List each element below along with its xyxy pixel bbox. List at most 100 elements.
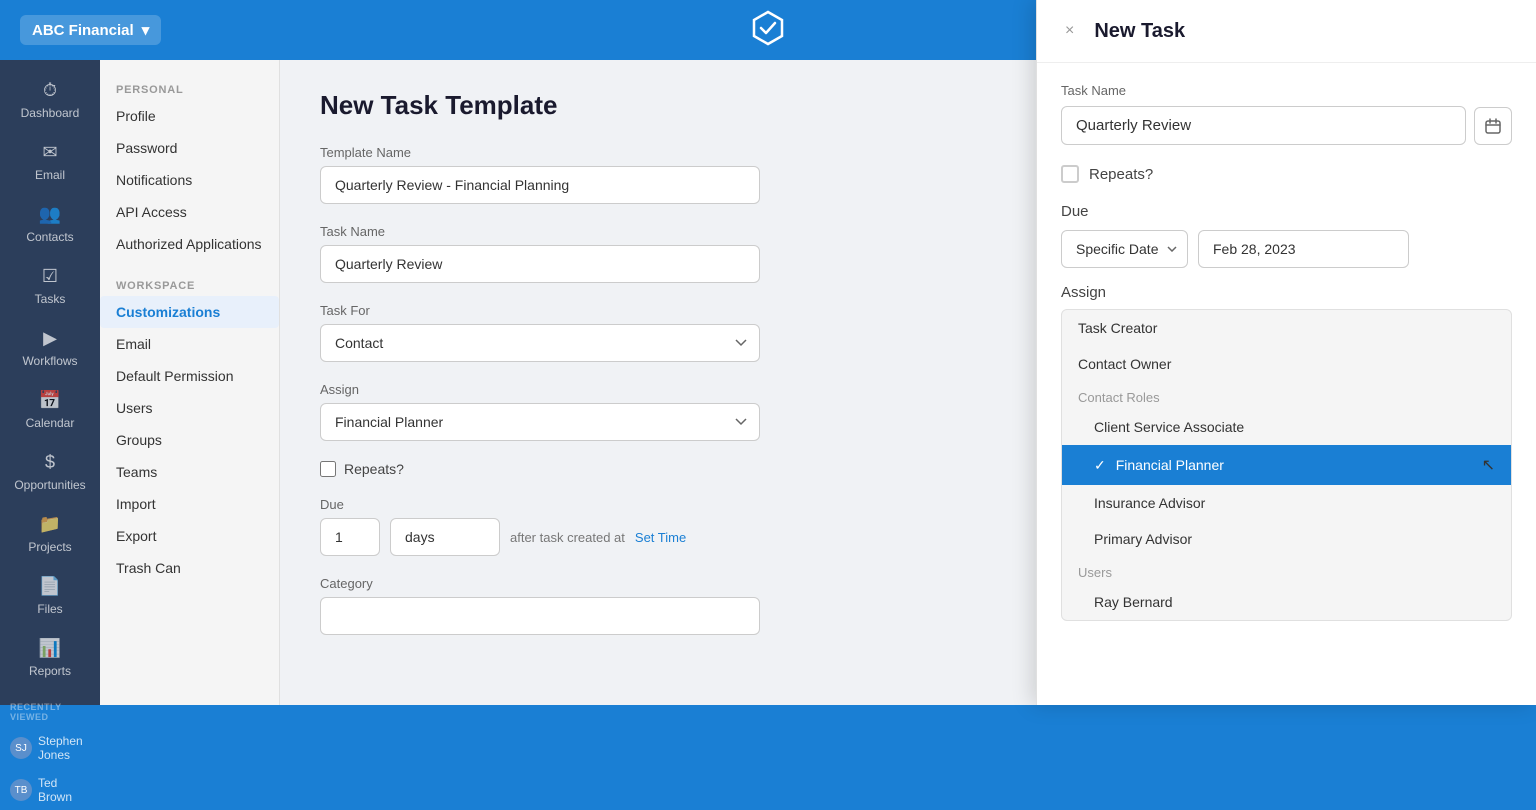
template-name-input[interactable]: [320, 166, 760, 204]
tasks-icon: ☑: [42, 266, 58, 287]
sidebar-label-opportunities: Opportunities: [14, 478, 85, 492]
repeats-label: Repeats?: [344, 461, 404, 477]
recent-user-ted[interactable]: TB Ted Brown: [0, 770, 100, 810]
email-icon: ✉: [42, 142, 57, 163]
task-for-select[interactable]: Contact: [320, 324, 760, 362]
workspace-name: ABC Financial: [32, 22, 134, 39]
settings-item-default-permission[interactable]: Default Permission: [100, 360, 279, 392]
modal-title: New Task: [1094, 20, 1185, 43]
category-input[interactable]: [320, 597, 760, 635]
sidebar-item-dashboard[interactable]: ⏱ Dashboard: [6, 70, 94, 130]
modal-repeats-label: Repeats?: [1089, 166, 1153, 183]
workspace-selector[interactable]: ABC Financial ▾: [20, 15, 161, 45]
settings-item-trash-can[interactable]: Trash Can: [100, 552, 279, 584]
settings-item-groups[interactable]: Groups: [100, 424, 279, 456]
dropdown-group-contact-roles: Contact Roles: [1062, 382, 1511, 409]
dropdown-item-insurance-advisor-label: Insurance Advisor: [1094, 495, 1205, 511]
dropdown-item-contact-owner-label: Contact Owner: [1078, 356, 1171, 372]
settings-item-export[interactable]: Export: [100, 520, 279, 552]
settings-item-users[interactable]: Users: [100, 392, 279, 424]
modal-repeats-row: Repeats?: [1061, 165, 1512, 183]
dropdown-item-ray-bernard-label: Ray Bernard: [1094, 594, 1173, 610]
sidebar-item-email[interactable]: ✉ Email: [6, 132, 94, 192]
calendar-icon: 📅: [39, 390, 61, 411]
recently-viewed-label: RECENTLY VIEWED: [0, 692, 100, 726]
sidebar-label-projects: Projects: [28, 540, 71, 554]
due-unit-select[interactable]: days: [390, 518, 500, 556]
sidebar-label-files: Files: [37, 602, 62, 616]
modal-close-button[interactable]: ×: [1061, 18, 1078, 44]
personal-section-label: PERSONAL: [100, 76, 279, 100]
modal-task-name-label: Task Name: [1061, 83, 1512, 98]
dropdown-item-financial-planner-label: Financial Planner: [1116, 457, 1224, 473]
modal-task-name-section: Task Name: [1061, 83, 1512, 145]
new-task-modal: × New Task Task Name Repeats? Due: [1036, 0, 1536, 705]
settings-item-import[interactable]: Import: [100, 488, 279, 520]
cursor-icon: ↖: [1482, 455, 1495, 475]
sidebar-item-opportunities[interactable]: $ Opportunities: [6, 442, 94, 502]
recent-user-stephen[interactable]: SJ Stephen Jones: [0, 728, 100, 768]
opportunities-icon: $: [45, 452, 55, 473]
app-logo: [748, 8, 788, 53]
modal-task-name-input[interactable]: [1061, 106, 1466, 145]
sidebar-item-workflows[interactable]: ▶ Workflows: [6, 318, 94, 378]
dashboard-icon: ⏱: [43, 80, 57, 101]
modal-due-row: Specific Date: [1061, 230, 1512, 268]
sidebar-label-email: Email: [35, 168, 65, 182]
sidebar-item-calendar[interactable]: 📅 Calendar: [6, 380, 94, 440]
sidebar-label-dashboard: Dashboard: [21, 106, 80, 120]
dropdown-group-users: Users: [1062, 557, 1511, 584]
modal-assign-label: Assign: [1061, 284, 1512, 301]
settings-item-teams[interactable]: Teams: [100, 456, 279, 488]
dropdown-item-task-creator[interactable]: Task Creator: [1062, 310, 1511, 346]
recent-user-ted-name: Ted Brown: [38, 776, 90, 804]
sidebar-item-files[interactable]: 📄 Files: [6, 566, 94, 626]
reports-icon: 📊: [39, 638, 61, 659]
sidebar-item-projects[interactable]: 📁 Projects: [6, 504, 94, 564]
modal-due-date-input[interactable]: [1198, 230, 1409, 268]
settings-item-password[interactable]: Password: [100, 132, 279, 164]
settings-item-profile[interactable]: Profile: [100, 100, 279, 132]
modal-task-icon-button[interactable]: [1474, 107, 1512, 145]
sidebar-label-tasks: Tasks: [35, 292, 66, 306]
dropdown-item-task-creator-label: Task Creator: [1078, 320, 1157, 336]
workspace-section-label: WORKSPACE: [100, 272, 279, 296]
workspace-chevron: ▾: [142, 21, 150, 39]
dropdown-item-client-service[interactable]: Client Service Associate: [1062, 409, 1511, 445]
modal-repeats-checkbox[interactable]: [1061, 165, 1079, 183]
dropdown-item-contact-owner[interactable]: Contact Owner: [1062, 346, 1511, 382]
sidebar-label-calendar: Calendar: [26, 416, 75, 430]
dropdown-item-ray-bernard[interactable]: Ray Bernard: [1062, 584, 1511, 620]
sidebar-item-reports[interactable]: 📊 Reports: [6, 628, 94, 688]
dropdown-item-insurance-advisor[interactable]: Insurance Advisor: [1062, 485, 1511, 521]
task-name-input[interactable]: [320, 245, 760, 283]
due-number-input[interactable]: [320, 518, 380, 556]
dropdown-group-contact-roles-label: Contact Roles: [1078, 390, 1160, 405]
dropdown-item-client-service-label: Client Service Associate: [1094, 419, 1244, 435]
checkmark-icon: ✓: [1094, 457, 1106, 474]
sidebar-item-tasks[interactable]: ☑ Tasks: [6, 256, 94, 316]
repeats-checkbox[interactable]: [320, 461, 336, 477]
avatar-ted: TB: [10, 779, 32, 801]
workflows-icon: ▶: [43, 328, 57, 349]
dropdown-item-financial-planner[interactable]: ✓ Financial Planner ↖: [1062, 445, 1511, 485]
modal-due-section: Due Specific Date: [1061, 203, 1512, 268]
settings-item-api-access[interactable]: API Access: [100, 196, 279, 228]
modal-task-name-row: [1061, 106, 1512, 145]
settings-item-authorized-apps[interactable]: Authorized Applications: [100, 228, 279, 260]
due-suffix: after task created at: [510, 530, 625, 545]
sidebar: ⏱ Dashboard ✉ Email 👥 Contacts ☑ Tasks ▶…: [0, 60, 100, 705]
settings-item-notifications[interactable]: Notifications: [100, 164, 279, 196]
modal-assign-section: Assign Task Creator Contact Owner Contac…: [1061, 284, 1512, 621]
avatar-stephen: SJ: [10, 737, 32, 759]
assign-select[interactable]: Financial Planner: [320, 403, 760, 441]
modal-due-label: Due: [1061, 203, 1512, 220]
modal-due-type-select[interactable]: Specific Date: [1061, 230, 1188, 268]
set-time-link[interactable]: Set Time: [635, 530, 686, 545]
sidebar-item-contacts[interactable]: 👥 Contacts: [6, 194, 94, 254]
modal-body: Task Name Repeats? Due Specific Da: [1037, 63, 1536, 705]
dropdown-item-primary-advisor[interactable]: Primary Advisor: [1062, 521, 1511, 557]
modal-header: × New Task: [1037, 0, 1536, 63]
settings-item-customizations[interactable]: Customizations: [100, 296, 279, 328]
settings-item-email-ws[interactable]: Email: [100, 328, 279, 360]
